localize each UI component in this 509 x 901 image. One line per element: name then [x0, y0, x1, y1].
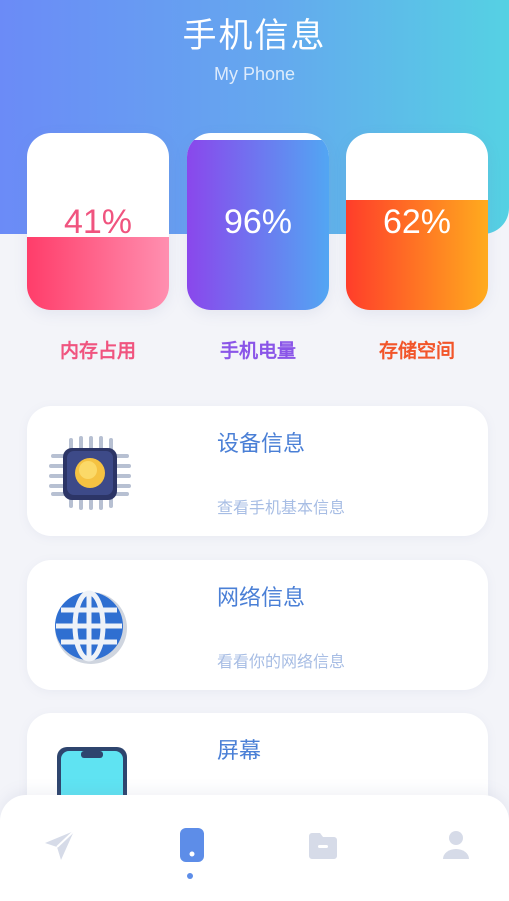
- storage-space-value: 62%: [382, 203, 452, 241]
- battery-level-label: 手机电量: [219, 340, 296, 362]
- device-info-card[interactable]: 设备信息 查看手机基本信息: [27, 406, 488, 536]
- device-info-desc: 查看手机基本信息: [217, 498, 346, 517]
- memory-usage-label: 内存占用: [59, 340, 136, 362]
- device-info-title: 设备信息: [217, 432, 306, 457]
- nav-profile-tab[interactable]: [436, 825, 476, 865]
- nav-files-tab[interactable]: [303, 825, 343, 865]
- network-info-desc: 看看你的网络信息: [217, 652, 346, 671]
- memory-usage-card[interactable]: 41%: [27, 133, 169, 310]
- network-info-card[interactable]: 网络信息 看看你的网络信息: [27, 560, 488, 690]
- bottom-nav: [0, 795, 509, 901]
- globe-icon: [47, 584, 133, 670]
- storage-space-card[interactable]: 62%: [346, 133, 488, 310]
- cpu-chip-icon: [47, 430, 133, 516]
- network-info-title: 网络信息: [217, 586, 306, 611]
- battery-level-card[interactable]: 96%: [187, 133, 329, 310]
- active-tab-indicator: [187, 873, 193, 879]
- page-subtitle: My Phone: [213, 64, 296, 84]
- memory-usage-fill: [27, 237, 169, 310]
- memory-usage-value: 41%: [63, 203, 133, 241]
- phone-icon: [180, 828, 204, 862]
- paper-plane-icon: [45, 830, 75, 860]
- user-icon: [443, 831, 469, 859]
- screen-info-title: 屏幕: [217, 739, 262, 764]
- page-title: 手机信息: [182, 16, 327, 56]
- nav-send-tab[interactable]: [40, 825, 80, 865]
- folder-icon: [309, 833, 337, 859]
- battery-level-value: 96%: [223, 203, 293, 241]
- storage-space-label: 存储空间: [378, 340, 455, 362]
- nav-phone-tab[interactable]: [172, 825, 212, 865]
